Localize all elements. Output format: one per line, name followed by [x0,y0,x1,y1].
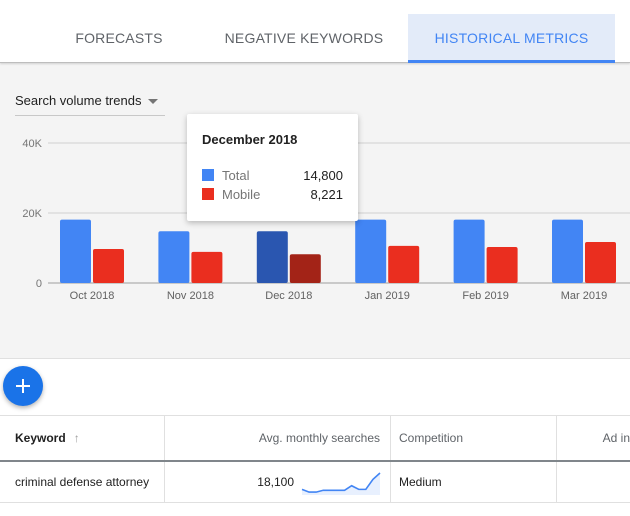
trend-sparkline [301,472,381,495]
x-tick-label: Mar 2019 [561,290,607,302]
x-tick-label: Feb 2019 [462,290,508,302]
bar-total [60,219,91,283]
x-tick-label: Oct 2018 [70,290,115,302]
bar-mobile [289,254,321,283]
bar-total [256,231,288,283]
tab-negative-keywords[interactable]: NEGATIVE KEYWORDS [212,14,396,62]
tooltip-row-total: Total 14,800 [202,168,343,184]
bar-mobile [191,251,223,283]
header-ad-impression-share[interactable]: Ad in [557,416,630,460]
table-header: Keyword ↑ Avg. monthly searches Competiti… [0,416,630,462]
bar-mobile [93,249,124,283]
bar-total [453,219,485,283]
tab-bar: FORECASTS NEGATIVE KEYWORDS HISTORICAL M… [0,0,630,63]
add-keyword-button[interactable] [3,366,43,406]
header-competition[interactable]: Competition [391,416,557,460]
bar-total [355,219,387,283]
bar-total [158,231,190,283]
table-row[interactable]: criminal defense attorney 18,100 Medium [0,462,630,503]
mobile-swatch [202,188,214,200]
bar-mobile [388,245,420,283]
header-keyword[interactable]: Keyword ↑ [0,416,165,460]
arrow-up-icon: ↑ [73,431,80,445]
keyword-cell: criminal defense attorney [0,462,165,502]
bar-mobile [585,242,616,283]
competition-cell: Medium [391,462,557,502]
tab-historical-metrics[interactable]: HISTORICAL METRICS [408,14,615,63]
ad-impression-cell [557,462,630,502]
x-tick-label: Jan 2019 [365,290,410,302]
total-swatch [202,169,214,181]
tooltip-label: Mobile [222,187,261,202]
chart-tooltip: December 2018 Total 14,800 Mobile 8,221 [187,114,358,221]
tooltip-title: December 2018 [202,132,298,147]
tooltip-label: Total [222,168,250,183]
tooltip-value: 8,221 [310,187,343,202]
y-tick-label: 40K [22,138,42,150]
avg-searches-value: 18,100 [257,475,294,489]
bar-mobile [486,246,518,283]
bar-total [552,219,583,283]
y-tick-label: 20K [22,208,42,220]
x-tick-label: Dec 2018 [265,290,312,302]
tooltip-value: 14,800 [303,168,343,183]
header-avg-searches[interactable]: Avg. monthly searches [165,416,391,460]
tooltip-row-mobile: Mobile 8,221 [202,187,343,203]
tab-forecasts[interactable]: FORECASTS [60,14,178,62]
avg-searches-cell: 18,100 [165,462,391,502]
y-tick-label: 0 [36,278,42,290]
keyword-table: Keyword ↑ Avg. monthly searches Competiti… [0,415,630,503]
x-tick-label: Nov 2018 [167,290,214,302]
